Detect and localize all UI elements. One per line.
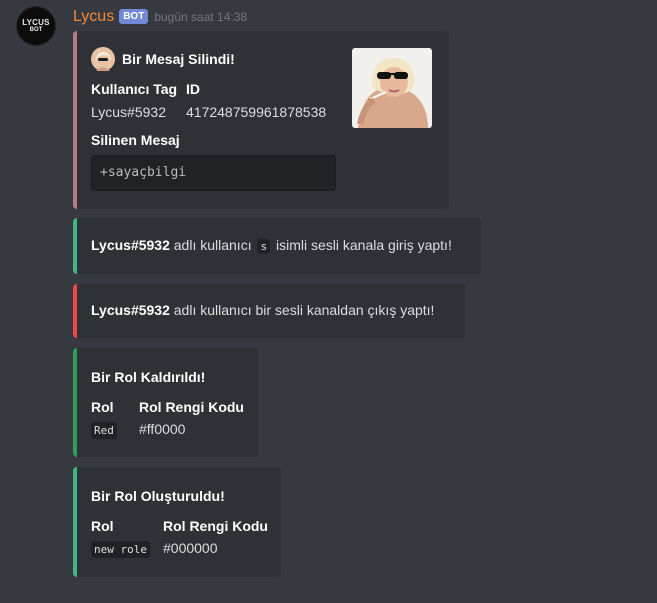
avatar-label: LYCUS xyxy=(22,18,50,27)
bot-avatar[interactable]: LYCUS BOT xyxy=(16,6,56,46)
bot-badge: BOT xyxy=(119,8,149,24)
embed-voice-join: Lycus#5932 adlı kullanıcı s isimli sesli… xyxy=(73,218,481,274)
embed-title: Bir Rol Kaldırıldı! xyxy=(91,369,206,385)
voice-join-description: Lycus#5932 adlı kullanıcı s isimli sesli… xyxy=(91,237,452,254)
author-avatar-icon xyxy=(91,47,115,71)
voice-channel-name: s xyxy=(257,239,271,254)
username[interactable]: Lycus xyxy=(73,8,114,26)
deleted-message-text: +sayaçbilgi xyxy=(100,165,187,180)
field-value-role: Red xyxy=(91,422,117,439)
voice-join-text1: adlı kullanıcı xyxy=(173,237,252,253)
embed-message-deleted: Bir Mesaj Silindi! Kullanıcı Tag Lycus#5… xyxy=(73,31,449,209)
field-name-role-color: Rol Rengi Kodu xyxy=(163,518,268,534)
avatar-sublabel: BOT xyxy=(29,27,43,33)
field-value-role: new role xyxy=(91,541,150,558)
field-value-user-tag: Lycus#5932 xyxy=(91,104,166,120)
voice-join-text2: isimli sesli kanala giriş yaptı! xyxy=(276,237,452,253)
field-value-id: 417248759961878538 xyxy=(186,104,327,120)
deleted-message-code-block: +sayaçbilgi xyxy=(91,155,336,191)
embed-voice-leave: Lycus#5932 adlı kullanıcı bir sesli kana… xyxy=(73,284,465,338)
timestamp: bugün saat 14:38 xyxy=(154,10,248,24)
embed-role-created: Bir Rol Oluşturuldu! Rol new role Rol Re… xyxy=(73,467,281,577)
embed-title: Bir Rol Oluşturuldu! xyxy=(91,488,225,504)
voice-leave-text: adlı kullanıcı bir sesli kanaldan çıkış … xyxy=(173,302,435,318)
voice-leave-user: Lycus#5932 xyxy=(91,302,170,318)
thumbnail-image[interactable] xyxy=(352,48,432,128)
field-name-role: Rol xyxy=(91,399,114,415)
field-value-role-color: #000000 xyxy=(163,540,218,556)
field-name-deleted-message: Silinen Mesaj xyxy=(91,132,180,148)
field-name-role-color: Rol Rengi Kodu xyxy=(139,399,244,415)
embed-role-removed: Bir Rol Kaldırıldı! Rol Red Rol Rengi Ko… xyxy=(73,348,258,457)
field-name-user-tag: Kullanıcı Tag xyxy=(91,81,178,97)
message-header: Lycus BOT bugün saat 14:38 xyxy=(73,6,247,28)
field-value-role-color: #ff0000 xyxy=(139,421,186,437)
field-name-id: ID xyxy=(186,81,200,97)
voice-join-user: Lycus#5932 xyxy=(91,237,170,253)
embed-title: Bir Mesaj Silindi! xyxy=(122,51,235,67)
field-name-role: Rol xyxy=(91,518,114,534)
voice-leave-description: Lycus#5932 adlı kullanıcı bir sesli kana… xyxy=(91,302,434,318)
